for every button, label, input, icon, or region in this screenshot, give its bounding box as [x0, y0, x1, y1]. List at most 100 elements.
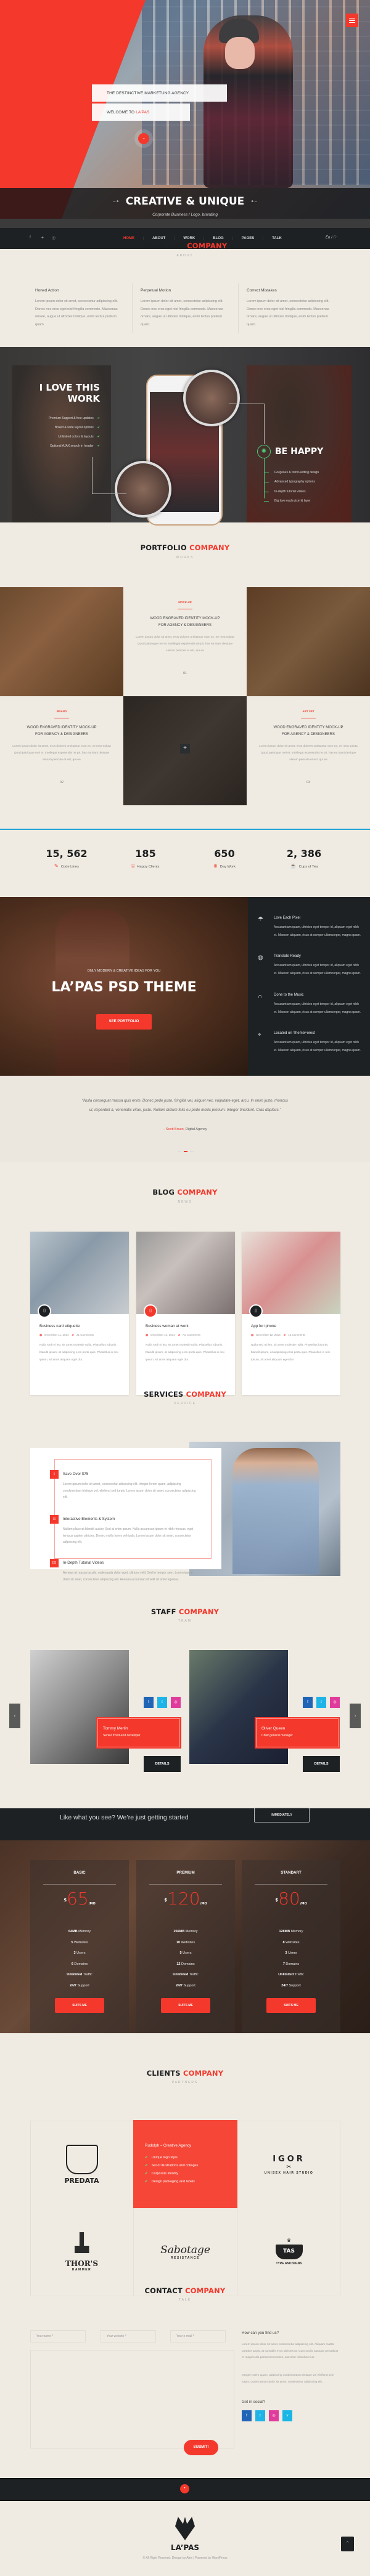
blog-post-card[interactable]: ▯ Business woman at work ▦ December 14, 2… — [136, 1232, 235, 1395]
feature-item: ◍ Translate Ready Accusantium quam, ultric… — [258, 954, 363, 977]
lang-en[interactable]: En — [326, 236, 330, 240]
plan-feature: 256MB Memory — [136, 1927, 235, 1938]
portfolio-category[interactable]: BRAND — [0, 710, 123, 713]
blog-post-title[interactable]: Business card etiquette — [39, 1324, 129, 1328]
column-title: Perpetual Motion — [141, 288, 171, 293]
post-comments[interactable]: 21 Comments — [76, 1333, 94, 1336]
love-list-item: Optional AJAX search in header ✔ — [12, 444, 100, 448]
post-comments[interactable]: No Comments — [183, 1333, 200, 1336]
message-textarea[interactable] — [30, 2350, 234, 2448]
blog-post-image[interactable] — [136, 1232, 235, 1314]
facebook-icon[interactable]: f — [30, 235, 31, 240]
theme-title: LA’PAS PSD THEME — [51, 980, 197, 995]
dribbble-icon[interactable]: ◎ — [330, 1697, 340, 1708]
blog-post-card[interactable]: ▯ App for iphone ▦ December 12, 2014 ▰ 15 … — [242, 1232, 340, 1395]
title-main: PORTFOLIO — [140, 543, 187, 552]
name-input[interactable]: Your name * — [30, 2330, 86, 2342]
twitter-icon[interactable]: ✦ — [41, 235, 44, 240]
vimeo-icon[interactable]: v — [282, 2410, 292, 2421]
nav-item-pages[interactable]: PAGES — [233, 237, 264, 240]
plan-feature: 7 Domains — [242, 1959, 340, 1970]
client-logo-tas[interactable]: ♛ TAS TYPE AND SIGNS — [237, 2208, 340, 2296]
feature-text: Accusantium quam, ultricies eget tempor … — [274, 1002, 361, 1014]
hero-title-text: CREATIVE & UNIQUE — [125, 195, 245, 208]
immediately-button[interactable]: IMMEDIATELY — [254, 1808, 310, 1822]
portfolio-image[interactable] — [0, 587, 123, 696]
blog-post-title[interactable]: Business woman at work — [146, 1324, 235, 1328]
dribbble-icon[interactable]: ◎ — [171, 1697, 181, 1708]
suits-me-button[interactable]: SUITS ME — [266, 1998, 316, 2013]
website-input[interactable]: Your website * — [101, 2330, 156, 2342]
portfolio-item-title[interactable]: WOOD ENGRAVED IDENTITY MOCK-UP FOR AGENCY… — [0, 725, 123, 738]
nav-item-home[interactable]: HOME — [115, 237, 144, 240]
nav-item-talk[interactable]: TALK — [263, 237, 290, 240]
feature-label: Users — [287, 1951, 297, 1955]
dribbble-icon[interactable]: ◎ — [269, 2410, 279, 2421]
stat-value: 15, 562 — [46, 848, 88, 859]
portfolio-item-title[interactable]: WOOD ENGRAVED IDENTITY MOCK-UP FOR AGENCY… — [123, 616, 247, 629]
portfolio-item-title[interactable]: WOOD ENGRAVED IDENTITY MOCK-UP FOR AGENCY… — [247, 725, 370, 738]
facebook-icon[interactable]: f — [242, 2410, 252, 2421]
back-to-top-button[interactable]: ⌃ — [341, 2537, 354, 2551]
service-title: In-Depth Tutorial Videos — [63, 1561, 104, 1565]
service-title: Interactive Elements & System — [63, 1517, 115, 1521]
twitter-icon[interactable]: t — [157, 1697, 167, 1708]
dribbble-icon[interactable]: ◎ — [52, 235, 56, 240]
nav-item-work[interactable]: WORK — [175, 237, 205, 240]
email-input[interactable]: Your e-mail * — [170, 2330, 226, 2342]
blog-post-excerpt: Nulla sed mi leo, sit amet molestie null… — [146, 1344, 224, 1362]
feature-label: Users — [181, 1951, 192, 1955]
map-pin-icon[interactable]: • — [180, 2484, 189, 2493]
twitter-icon[interactable]: t — [316, 1697, 326, 1708]
suits-me-button[interactable]: SUITS ME — [55, 1998, 104, 2013]
nav-item-about[interactable]: ABOUT — [144, 237, 175, 240]
blog-post-title[interactable]: App for iphone — [251, 1324, 340, 1328]
staff-details-button[interactable]: DETAILS — [303, 1756, 340, 1772]
client-logo-predata[interactable]: PREDATA — [30, 2121, 133, 2208]
staff-details-button[interactable]: DETAILS — [144, 1756, 181, 1772]
suits-me-button[interactable]: SUITS ME — [161, 1998, 210, 2013]
post-comments[interactable]: 15 Comments — [288, 1333, 305, 1336]
portfolio-image[interactable] — [247, 587, 370, 696]
check-icon: ✔ — [145, 2156, 148, 2160]
stat-label: Cups of Tea — [298, 865, 318, 869]
feature-label: Domains — [284, 1962, 300, 1966]
client-logo-sabotage[interactable]: Sabotage RESISTANCE — [134, 2208, 237, 2296]
nav-item-blog[interactable]: BLOG — [204, 237, 233, 240]
plus-icon[interactable]: + — [180, 744, 190, 754]
client-logo-thors-hammer[interactable]: THOR'S HAMMER — [30, 2208, 133, 2296]
portfolio-category[interactable]: MOCK-UP — [123, 601, 247, 604]
slide-dot[interactable] — [178, 1151, 181, 1152]
hero-tagline: THE DESTINCTIVE MARKETUNG AGENCY — [92, 84, 227, 102]
plan-feature: 24/7 Support — [30, 1981, 129, 1992]
check-icon: ✔ — [97, 435, 100, 439]
blog-post-image[interactable] — [30, 1232, 129, 1314]
twitter-icon[interactable]: t — [255, 2410, 265, 2421]
blog-post-card[interactable]: ▯ Business card etiquette ▦ December 11, … — [30, 1232, 129, 1395]
cup-icon: ☕ — [290, 863, 297, 869]
staff-next-arrow[interactable]: › — [350, 1704, 361, 1728]
submit-button[interactable]: SUBMIT! — [184, 2440, 218, 2455]
blog-post-image[interactable] — [242, 1232, 340, 1314]
facebook-icon[interactable]: f — [303, 1697, 313, 1708]
slide-dot-active[interactable] — [184, 1151, 187, 1152]
staff-prev-arrow[interactable]: ‹ — [9, 1704, 20, 1728]
see-portfolio-button[interactable]: SEE PORTFOLIO — [96, 1014, 152, 1030]
currency: $ — [164, 1898, 168, 1903]
facebook-icon[interactable]: f — [144, 1697, 154, 1708]
title-accent: COMPANY — [187, 242, 228, 250]
feature-value: 24/7 — [176, 1983, 183, 1988]
hamburger-icon — [349, 17, 355, 19]
scroll-down-button[interactable]: ⌄ — [138, 133, 149, 144]
menu-button[interactable] — [346, 14, 358, 27]
slide-dot[interactable] — [190, 1151, 194, 1152]
portfolio-category[interactable]: ART SET — [247, 710, 370, 713]
client-logo-igor[interactable]: IGOR ✂ UNISEX HAIR STUDIO — [237, 2121, 340, 2208]
staff-name: Tommy Merlin — [103, 1726, 128, 1731]
love-list-item: Boxed & wide layout options ✔ — [12, 426, 100, 429]
service-text: Nullam placerat blandit auctor. Sed at e… — [63, 1527, 194, 1544]
feature-text: Accusantium quam, ultricies eget tempor … — [274, 964, 361, 975]
post-format-icon: ▯ — [249, 1304, 263, 1318]
be-happy-title: BE HAPPY — [275, 447, 324, 457]
lang-fr[interactable]: Fr — [333, 236, 337, 240]
